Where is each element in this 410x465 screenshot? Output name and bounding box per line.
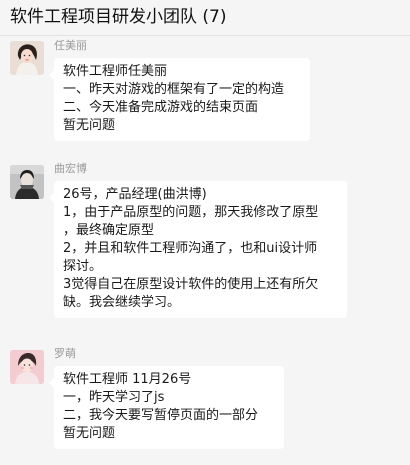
message-line: ，最终确定原型 xyxy=(63,223,155,238)
message-line: 软件工程师 11月26号 xyxy=(63,372,192,387)
message-bubble[interactable]: 软件工程师 11月26号 一，昨天学习了js 二，我今天要写暂停页面的一部分 暂… xyxy=(49,366,284,449)
user-avatar-icon[interactable] xyxy=(10,350,44,384)
chat-window: 软件工程项目研发小团队 (7) 任美丽 软件工程师任美丽 一、昨天对游戏的框架有… xyxy=(0,0,410,465)
message-line: 二，我今天要写暂停页面的一部分 xyxy=(63,408,259,423)
user-avatar-icon[interactable] xyxy=(10,165,44,199)
group-title[interactable]: 软件工程项目研发小团队 (7) xyxy=(10,6,226,28)
message-line: 一，昨天学习了js xyxy=(63,390,165,405)
user-avatar-icon[interactable] xyxy=(10,41,44,75)
sender-name[interactable]: 罗萌 xyxy=(54,347,76,361)
sender-name[interactable]: 任美丽 xyxy=(54,39,87,53)
message-line: 软件工程师任美丽 xyxy=(63,64,168,79)
message-line: 缺。我会继续学习。 xyxy=(63,295,181,310)
message-line: 3觉得自己在原型设计软件的使用上还有所欠 xyxy=(63,277,319,292)
message-line: 1，由于产品原型的问题，那天我修改了原型 xyxy=(63,205,319,220)
message-line: 暂无问题 xyxy=(63,118,116,133)
message-line: 暂无问题 xyxy=(63,426,116,441)
message-line: 2，并且和软件工程师沟通了，也和ui设计师 xyxy=(63,241,318,256)
message-line: 26号，产品经理(曲洪博) xyxy=(63,187,207,202)
message-line: 探讨。 xyxy=(63,259,103,274)
title-bar: 软件工程项目研发小团队 (7) xyxy=(0,0,410,36)
sender-name[interactable]: 曲宏博 xyxy=(54,162,87,176)
message-bubble[interactable]: 26号，产品经理(曲洪博) 1，由于产品原型的问题，那天我修改了原型 ，最终确定… xyxy=(49,181,347,318)
message-list[interactable]: 任美丽 软件工程师任美丽 一、昨天对游戏的框架有了一定的构造 二、今天准备完成游… xyxy=(0,37,410,465)
message-line: 一、昨天对游戏的框架有了一定的构造 xyxy=(63,82,285,97)
message-bubble[interactable]: 软件工程师任美丽 一、昨天对游戏的框架有了一定的构造 二、今天准备完成游戏的结束… xyxy=(49,58,310,141)
message-line: 二、今天准备完成游戏的结束页面 xyxy=(63,100,259,115)
